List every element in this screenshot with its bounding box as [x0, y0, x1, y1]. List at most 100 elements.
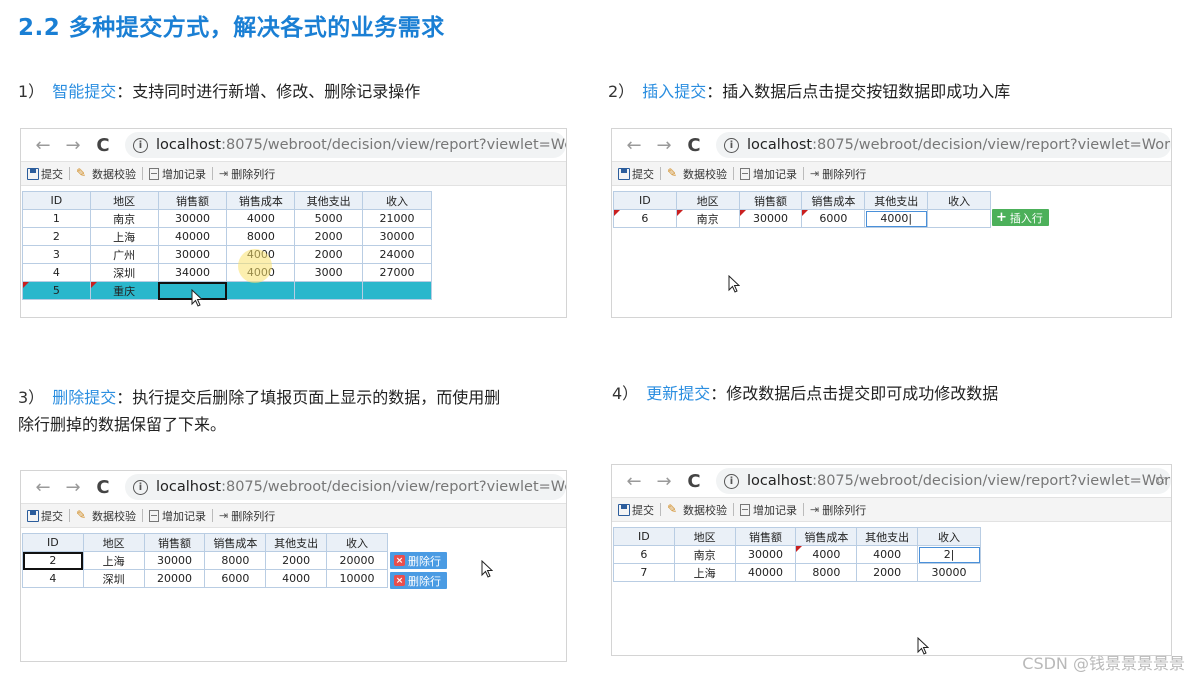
verify-icon: ✎: [667, 166, 678, 180]
report-toolbar: 提交 ✎ 数据校验 增加记录 ⇥ 删除列行: [612, 497, 1171, 522]
table-header: ID 地区 销售额 销售成本 其他支出 收入: [22, 533, 388, 552]
close-icon: ×: [394, 575, 405, 586]
arrow-right-icon[interactable]: →: [652, 469, 676, 493]
caption-1: 1） 智能提交：支持同时进行新增、修改、删除记录操作: [18, 82, 421, 101]
delete-icon: ⇥: [810, 167, 820, 180]
arrow-right-icon[interactable]: →: [61, 475, 85, 499]
table-header: ID 地区 销售额 销售成本 其他支出 收入: [22, 191, 432, 210]
address-bar: ← → C i localhost:8075/webroot/decision/…: [612, 465, 1171, 497]
verify-icon: ✎: [76, 166, 87, 180]
save-icon: [618, 503, 630, 516]
add-record-icon: [149, 509, 159, 522]
verify-icon: ✎: [667, 502, 678, 516]
add-record-button[interactable]: 增加记录: [737, 502, 800, 518]
address-bar: ← → C i localhost:8075/webroot/decision/…: [612, 129, 1171, 161]
mouse-cursor-icon: [917, 637, 929, 655]
add-record-button[interactable]: 增加记录: [146, 166, 209, 182]
delete-row-col-button[interactable]: ⇥ 删除列行: [807, 166, 869, 182]
verify-button[interactable]: ✎ 数据校验: [664, 502, 730, 518]
reload-icon[interactable]: C: [682, 133, 706, 157]
address-bar: ← → C i localhost:8075/webroot/decision/…: [21, 129, 566, 161]
delete-icon: ⇥: [219, 509, 229, 522]
click-highlight: [238, 249, 272, 283]
browser-panel-2: ← → C i localhost:8075/webroot/decision/…: [611, 128, 1172, 318]
info-icon[interactable]: i: [724, 473, 739, 489]
delete-icon: ⇥: [219, 167, 229, 180]
delete-icon: ⇥: [810, 503, 820, 516]
add-record-icon: [740, 503, 750, 516]
report-toolbar: 提交 ✎ 数据校验 增加记录 ⇥ 删除列行: [21, 161, 566, 186]
table-row: 2 上海 30000 8000 2000 20000: [22, 551, 388, 570]
table-row: 3广州300004000200024000: [22, 245, 432, 264]
reload-icon[interactable]: C: [682, 469, 706, 493]
report-table: ID 地区 销售额 销售成本 其他支出 收入 2 上海 30000 8000 2000 2…: [22, 533, 388, 588]
url-field[interactable]: i localhost:8075/webroot/decision/view/r…: [716, 468, 1171, 494]
table-header: ID 地区 销售额 销售成本 其他支出 收入: [613, 191, 991, 210]
table-row: 7 上海 40000 8000 2000 30000: [613, 563, 981, 582]
info-icon[interactable]: i: [724, 137, 739, 153]
save-icon: [27, 509, 39, 522]
browser-panel-1: ← → C i localhost:8075/webroot/decision/…: [20, 128, 567, 318]
url-field[interactable]: i localhost:8075/webroot/decision/view/r…: [125, 132, 566, 158]
browser-panel-3: ← → C i localhost:8075/webroot/decision/…: [20, 470, 567, 662]
arrow-right-icon[interactable]: →: [61, 133, 85, 157]
bookmark-star-icon[interactable]: ☆: [1154, 472, 1167, 488]
mouse-cursor-icon: [481, 560, 493, 578]
delete-row-col-button[interactable]: ⇥ 删除列行: [807, 502, 869, 518]
delete-row-button[interactable]: × 删除行: [390, 572, 447, 589]
mouse-cursor-icon: [191, 289, 203, 307]
reload-icon[interactable]: C: [91, 133, 115, 157]
plus-icon: +: [996, 210, 1007, 225]
info-icon[interactable]: i: [133, 479, 148, 495]
table-row: 2 上海 40000 8000 2000 30000: [22, 227, 432, 246]
table-row: 4 深圳 20000 6000 4000 10000: [22, 569, 388, 588]
info-icon[interactable]: i: [133, 137, 148, 153]
reload-icon[interactable]: C: [91, 475, 115, 499]
arrow-left-icon[interactable]: ←: [31, 475, 55, 499]
caption-3: 3） 删除提交：执行提交后删除了填报页面上显示的数据，而使用删 除行删掉的数据保留…: [18, 388, 501, 434]
delete-row-col-button[interactable]: ⇥ 删除列行: [216, 166, 278, 182]
add-record-button[interactable]: 增加记录: [146, 508, 209, 524]
submit-button[interactable]: 提交: [615, 166, 657, 182]
report-table: ID 地区 销售额 销售成本 其他支出 收入 1 南京 30000 4000 5000 2…: [22, 191, 432, 300]
verify-icon: ✎: [76, 508, 87, 522]
close-icon: ×: [394, 555, 405, 566]
delete-row-col-button[interactable]: ⇥ 删除列行: [216, 508, 278, 524]
arrow-left-icon[interactable]: ←: [622, 469, 646, 493]
add-record-icon: [149, 167, 159, 180]
submit-button[interactable]: 提交: [615, 502, 657, 518]
submit-button[interactable]: 提交: [24, 166, 66, 182]
page-title: 2.2 多种提交方式，解决各式的业务需求: [18, 15, 445, 41]
verify-button[interactable]: ✎ 数据校验: [664, 166, 730, 182]
report-toolbar: 提交 ✎ 数据校验 增加记录 ⇥ 删除列行: [21, 503, 566, 528]
mouse-cursor-icon: [728, 275, 740, 293]
submit-button[interactable]: 提交: [24, 508, 66, 524]
arrow-left-icon[interactable]: ←: [622, 133, 646, 157]
watermark: CSDN @钱景景景景景: [1022, 654, 1185, 673]
url-field[interactable]: i localhost:8075/webroot/decision/view/r…: [716, 132, 1171, 158]
table-row-new: 5 重庆: [22, 281, 432, 300]
table-row: 6 南京 30000 6000 4000|: [613, 209, 991, 228]
arrow-right-icon[interactable]: →: [652, 133, 676, 157]
address-bar: ← → C i localhost:8075/webroot/decision/…: [21, 471, 566, 503]
add-record-button[interactable]: 增加记录: [737, 166, 800, 182]
caption-2: 2） 插入提交：插入数据后点击提交按钮数据即成功入库: [608, 82, 1011, 101]
add-record-icon: [740, 167, 750, 180]
browser-panel-4: ← → C i localhost:8075/webroot/decision/…: [611, 464, 1172, 656]
save-icon: [27, 167, 39, 180]
report-toolbar: 提交 ✎ 数据校验 增加记录 ⇥ 删除列行: [612, 161, 1171, 186]
caption-4: 4） 更新提交：修改数据后点击提交即可成功修改数据: [612, 384, 999, 403]
arrow-left-icon[interactable]: ←: [31, 133, 55, 157]
report-table: ID 地区 销售额 销售成本 其他支出 收入 6 南京 30000 4000 4000 2…: [613, 527, 981, 582]
verify-button[interactable]: ✎ 数据校验: [73, 166, 139, 182]
table-row: 1 南京 30000 4000 5000 21000: [22, 209, 432, 228]
verify-button[interactable]: ✎ 数据校验: [73, 508, 139, 524]
url-field[interactable]: i localhost:8075/webroot/decision/view/r…: [125, 474, 566, 500]
save-icon: [618, 167, 630, 180]
table-row: 4深圳340004000300027000: [22, 263, 432, 282]
table-row: 6 南京 30000 4000 4000 2|: [613, 545, 981, 564]
table-header: ID 地区 销售额 销售成本 其他支出 收入: [613, 527, 981, 546]
report-table: ID 地区 销售额 销售成本 其他支出 收入 6 南京 30000 6000 4000|: [613, 191, 991, 228]
delete-row-button[interactable]: × 删除行: [390, 552, 447, 569]
insert-row-button[interactable]: + 插入行: [992, 209, 1049, 226]
